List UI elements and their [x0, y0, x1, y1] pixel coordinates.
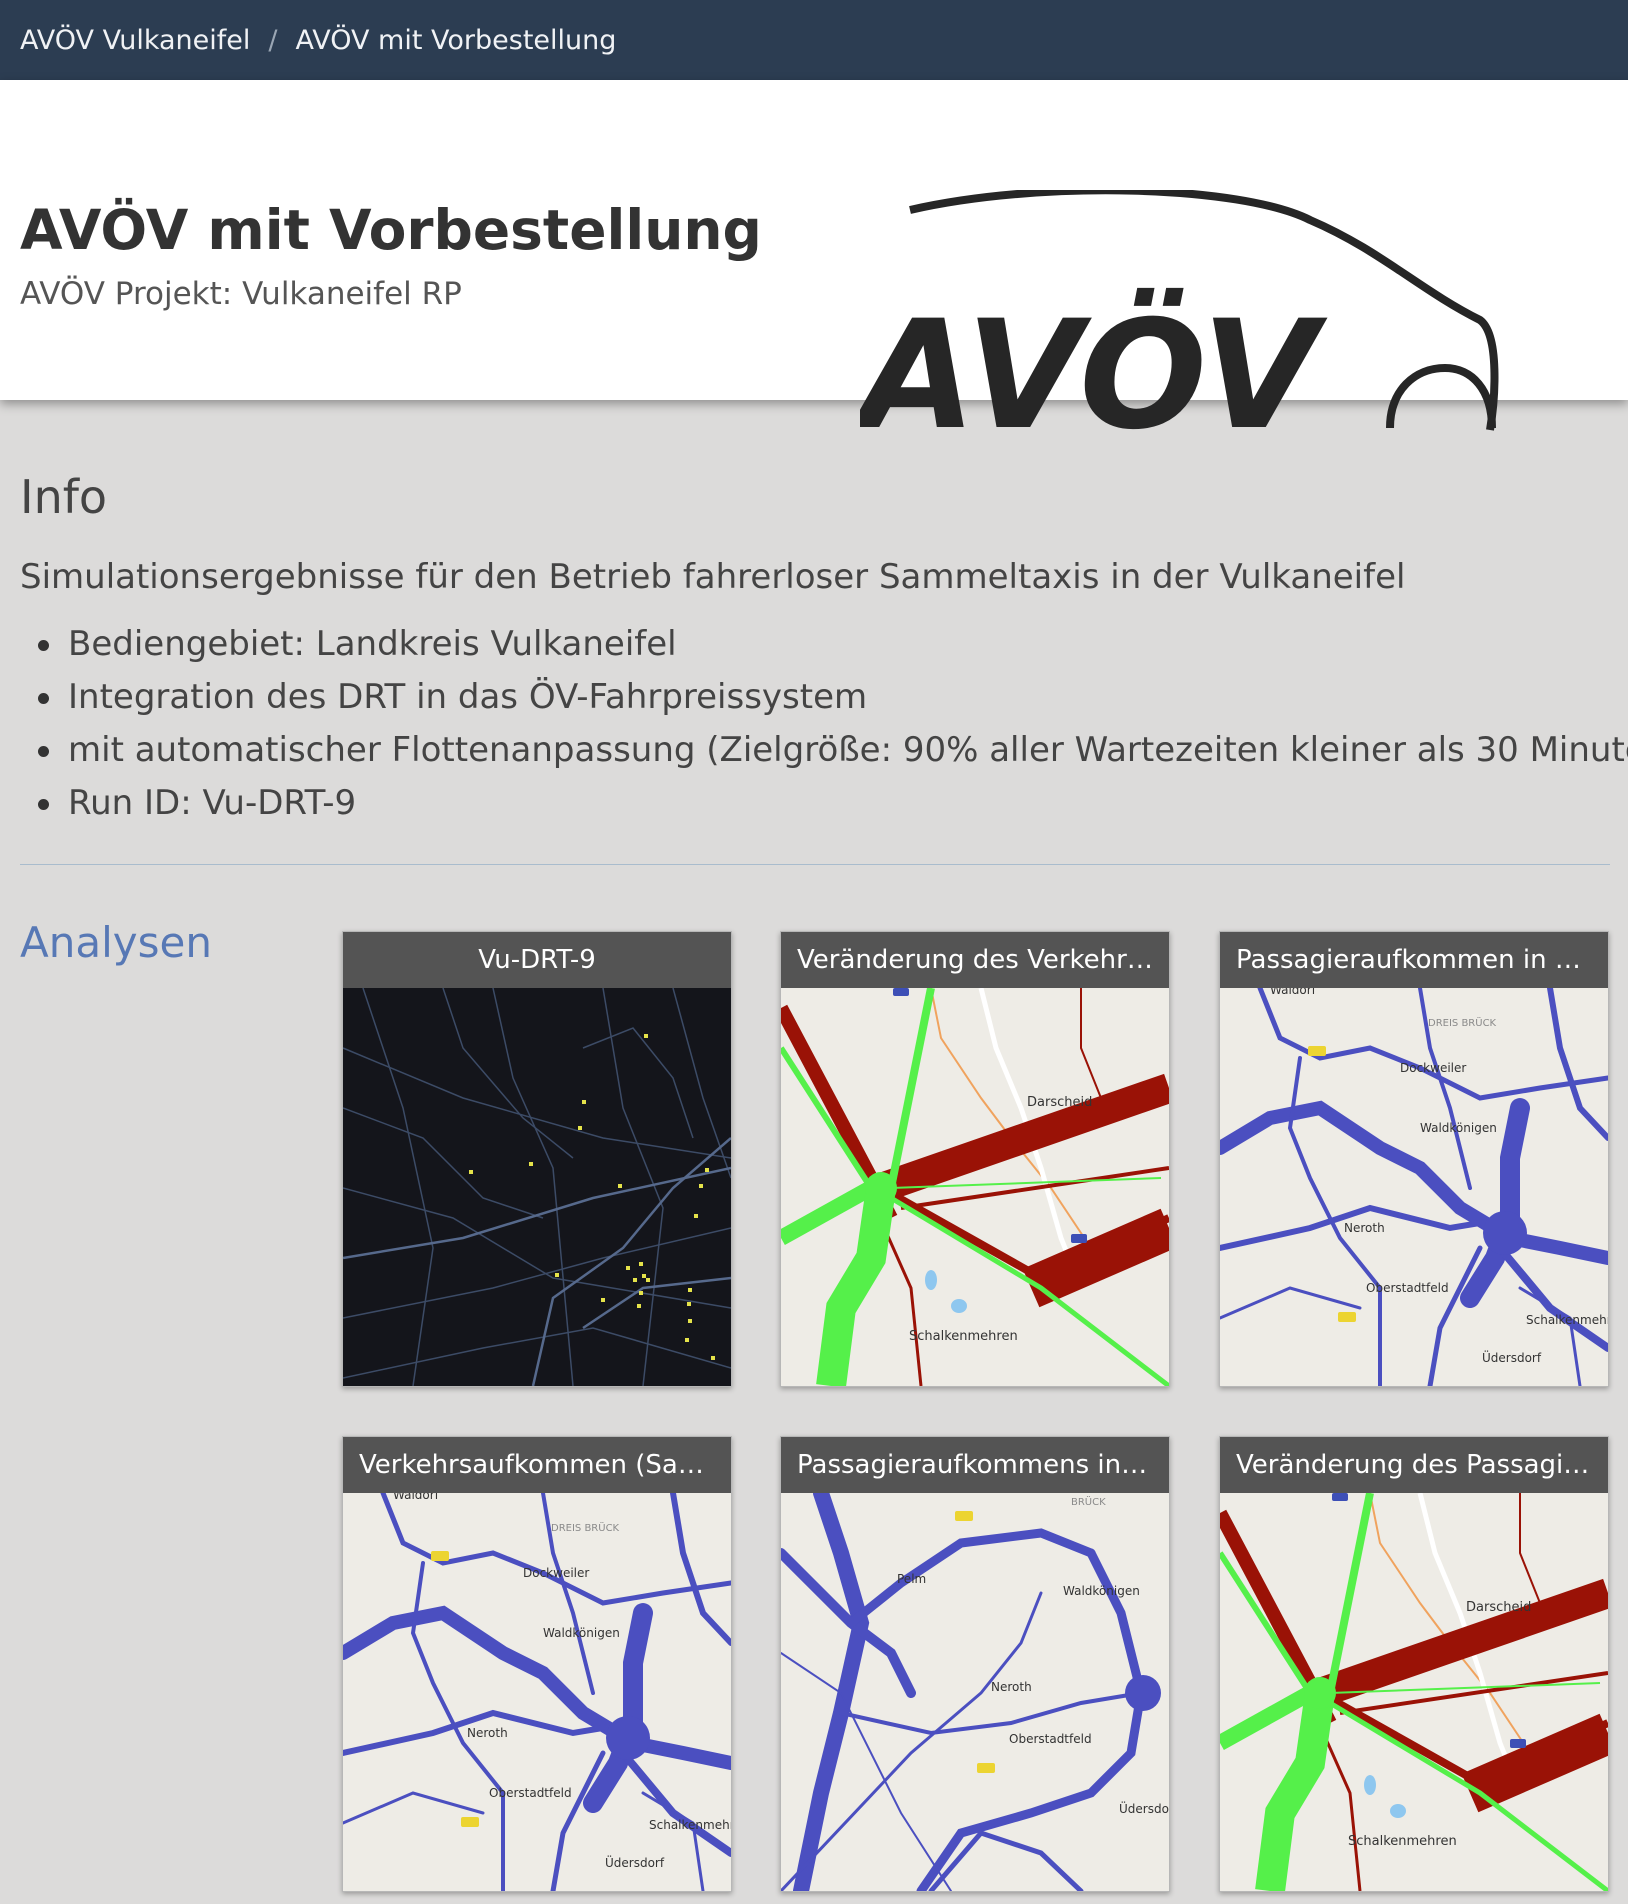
svg-text:Schalkenmehren: Schalkenmehren [1348, 1834, 1457, 1849]
svg-text:Darscheid: Darscheid [1027, 1095, 1092, 1110]
analysis-card-passagieraufkommen[interactable]: Passagieraufkommen in Sa... Waldorf DREI… [1219, 931, 1609, 1387]
svg-text:DREIS BRÜCK: DREIS BRÜCK [551, 1521, 620, 1534]
info-list: Bediengebiet: Landkreis Vulkaneifel Inte… [20, 618, 1628, 830]
svg-text:Oberstadtfeld: Oberstadtfeld [1009, 1732, 1092, 1746]
breadcrumb-link-current[interactable]: AVÖV mit Vorbestellung [295, 25, 616, 56]
svg-text:Waldkönigen: Waldkönigen [1420, 1121, 1497, 1135]
diff-map-thumbnail: Darscheid Schalkenmehren [1220, 1493, 1608, 1891]
dark-map-thumbnail [343, 988, 731, 1386]
analysis-card-passagieraufkommen-diff[interactable]: Veränderung des Passagier... Darscheid S… [1219, 1436, 1609, 1892]
page-header: AVÖV mit Vorbestellung AVÖV Projekt: Vul… [0, 80, 1628, 440]
svg-text:BRÜCK: BRÜCK [1071, 1495, 1106, 1508]
flow-map-thumbnail: Waldorf DREIS BRÜCK Dockweiler Waldkönig… [343, 1493, 731, 1891]
analysen-heading: Analysen [20, 918, 212, 967]
card-title: Passagieraufkommen in Sa... [1220, 932, 1608, 988]
svg-text:Üdersdorf: Üdersdorf [1119, 1800, 1169, 1816]
breadcrumb-link-vulkaneifel[interactable]: AVÖV Vulkaneifel [20, 25, 250, 56]
analysis-card-vu-drt-9[interactable]: Vu-DRT-9 [342, 931, 732, 1387]
info-heading: Info [20, 470, 108, 524]
analysis-card-passagieraufkommens[interactable]: Passagieraufkommens in S... BRÜCK Pelm W… [780, 1436, 1170, 1892]
svg-text:Oberstadtfeld: Oberstadtfeld [1366, 1281, 1449, 1295]
list-item: Run ID: Vu-DRT-9 [20, 777, 1628, 830]
svg-text:Waldorf: Waldorf [1270, 988, 1317, 997]
list-item: mit automatischer Flottenanpassung (Ziel… [20, 724, 1628, 777]
svg-text:Neroth: Neroth [1344, 1221, 1385, 1235]
info-description: Simulationsergebnisse für den Betrieb fa… [20, 557, 1406, 597]
card-title: Veränderung des Passagier... [1220, 1437, 1608, 1493]
svg-text:DREIS BRÜCK: DREIS BRÜCK [1428, 1016, 1497, 1029]
svg-text:Oberstadtfeld: Oberstadtfeld [489, 1786, 572, 1800]
svg-text:Üdersdorf: Üdersdorf [1482, 1349, 1542, 1365]
card-title: Vu-DRT-9 [343, 932, 731, 988]
svg-text:Dockweiler: Dockweiler [1400, 1061, 1466, 1075]
breadcrumb-separator: / [268, 24, 278, 56]
avoev-logo: AVÖV [860, 190, 1499, 440]
analysis-card-verkehrsaufkommen-diff[interactable]: Veränderung des Verkehrsa... Darscheid S… [780, 931, 1170, 1387]
svg-text:Schalkenmehren: Schalkenmehren [649, 1818, 731, 1832]
svg-text:Neroth: Neroth [991, 1680, 1032, 1694]
svg-text:Üdersdorf: Üdersdorf [605, 1854, 665, 1870]
card-title: Verkehrsaufkommen (Sam... [343, 1437, 731, 1493]
svg-text:Waldkönigen: Waldkönigen [543, 1626, 620, 1640]
card-title: Veränderung des Verkehrsa... [781, 932, 1169, 988]
svg-text:Waldorf: Waldorf [393, 1493, 440, 1502]
list-item: Bediengebiet: Landkreis Vulkaneifel [20, 618, 1628, 671]
flow-map-thumbnail: BRÜCK Pelm Waldkönigen Neroth Oberstadtf… [781, 1493, 1169, 1891]
list-item: Integration des DRT in das ÖV-Fahrpreiss… [20, 671, 1628, 724]
page-subtitle: AVÖV Projekt: Vulkaneifel RP [20, 276, 462, 312]
page-title: AVÖV mit Vorbestellung [20, 198, 762, 262]
diff-map-thumbnail: Darscheid Schalkenmehren [781, 988, 1169, 1386]
svg-text:Neroth: Neroth [467, 1726, 508, 1740]
svg-text:Waldkönigen: Waldkönigen [1063, 1584, 1140, 1598]
svg-text:Pelm: Pelm [897, 1572, 926, 1586]
svg-text:Darscheid: Darscheid [1466, 1600, 1531, 1615]
flow-map-thumbnail: Waldorf DREIS BRÜCK Dockweiler Waldkönig… [1220, 988, 1608, 1386]
svg-text:Dockweiler: Dockweiler [523, 1566, 589, 1580]
breadcrumb-bar: AVÖV Vulkaneifel / AVÖV mit Vorbestellun… [0, 0, 1628, 80]
logo-text: AVÖV [860, 287, 1328, 440]
section-divider [20, 864, 1610, 865]
card-title: Passagieraufkommens in S... [781, 1437, 1169, 1493]
svg-text:Schalkenmehren: Schalkenmehren [1526, 1313, 1608, 1327]
analysis-card-verkehrsaufkommen[interactable]: Verkehrsaufkommen (Sam... Waldorf DREIS … [342, 1436, 732, 1892]
svg-text:Schalkenmehren: Schalkenmehren [909, 1329, 1018, 1344]
